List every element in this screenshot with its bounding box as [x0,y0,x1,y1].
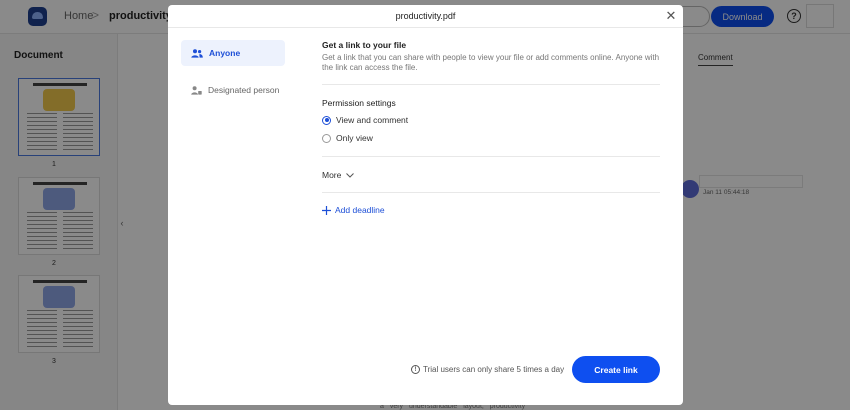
add-deadline-button[interactable]: Add deadline [322,205,385,215]
dialog-title: productivity.pdf [395,11,456,21]
divider [322,192,660,193]
plus-icon [322,205,331,215]
permission-title: Permission settings [322,98,396,108]
share-option-anyone-label: Anyone [209,48,241,58]
share-option-designated[interactable]: Designated person [181,77,285,103]
share-dialog: productivity.pdf ✕ Anyone Designated per… [168,5,683,405]
person-lock-icon [191,85,202,95]
permission-option-label: Only view [336,133,373,143]
trial-notice: ! Trial users can only share 5 times a d… [411,365,564,374]
chevron-down-icon [346,172,355,178]
radio-unselected-icon[interactable] [322,133,331,143]
share-option-designated-label: Designated person [208,85,280,95]
create-link-button[interactable]: Create link [572,356,660,383]
divider [322,84,660,85]
more-label: More [322,170,342,180]
group-icon [191,48,203,58]
more-toggle[interactable]: More [322,170,355,180]
link-section-title: Get a link to your file [322,40,407,50]
dialog-header: productivity.pdf ✕ [168,5,683,28]
close-icon[interactable]: ✕ [665,9,677,23]
permission-view-and-comment[interactable]: View and comment [322,115,408,125]
info-icon: ! [411,365,420,374]
link-section-description: Get a link that you can share with peopl… [322,53,660,72]
share-option-anyone[interactable]: Anyone [181,40,285,66]
permission-option-label: View and comment [336,115,409,125]
divider [322,156,660,157]
radio-selected-icon[interactable] [322,115,331,125]
permission-only-view[interactable]: Only view [322,133,373,143]
add-deadline-label: Add deadline [335,205,385,215]
trial-notice-text: Trial users can only share 5 times a day [423,365,565,374]
